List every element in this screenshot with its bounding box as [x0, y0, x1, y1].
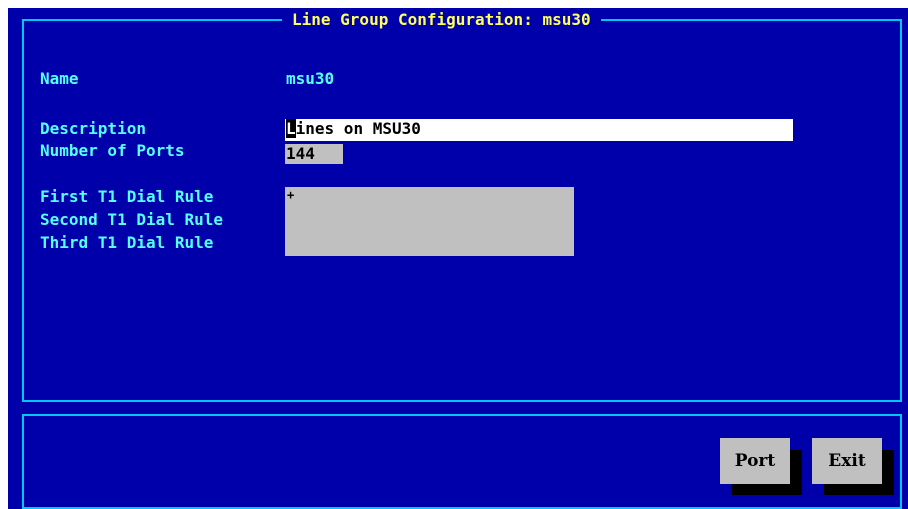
first-dial-rule-label: First T1 Dial Rule [40, 187, 214, 206]
second-dial-rule-label: Second T1 Dial Rule [40, 210, 224, 229]
text-cursor: L [286, 119, 296, 138]
name-label: Name [40, 69, 79, 88]
window-title: Line Group Configuration: msu30 [282, 9, 601, 31]
description-label: Description [40, 119, 146, 138]
description-value: ines on MSU30 [295, 119, 421, 138]
ports-label: Number of Ports [40, 141, 185, 160]
third-dial-rule-label: Third T1 Dial Rule [40, 233, 214, 252]
main-panel: Line Group Configuration: msu30 Name msu… [22, 9, 902, 402]
exit-button[interactable]: Exit [812, 438, 882, 484]
name-value: msu30 [286, 69, 335, 88]
ports-field[interactable]: 144 [285, 144, 343, 164]
dial-rules-field[interactable]: + [285, 187, 574, 256]
description-field[interactable]: Lines on MSU30 [285, 119, 793, 141]
terminal-screen: Line Group Configuration: msu30 Name msu… [8, 8, 908, 509]
button-panel: Port Exit [22, 414, 902, 509]
port-button[interactable]: Port [720, 438, 790, 484]
